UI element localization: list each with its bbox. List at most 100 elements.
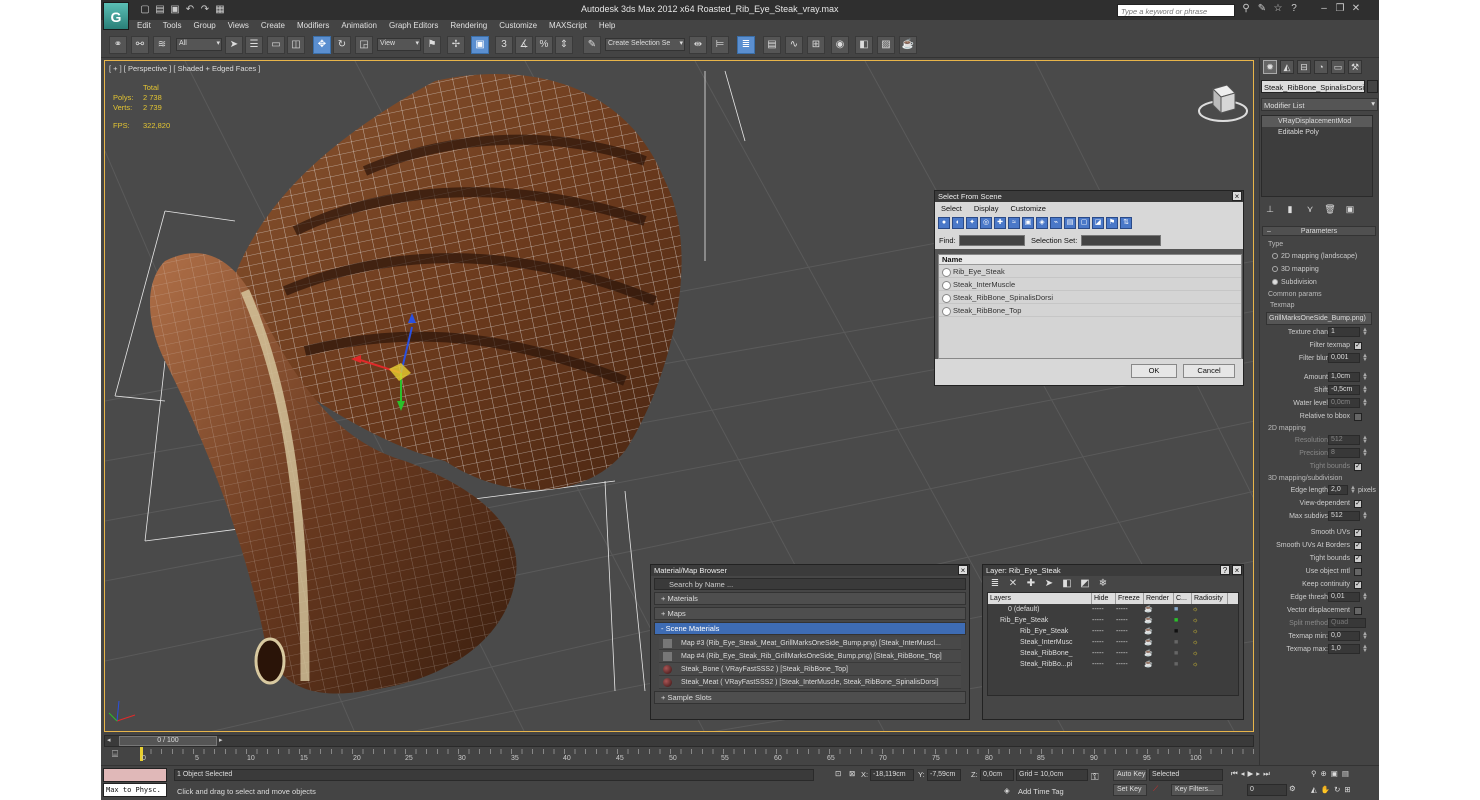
absolute-mode-icon[interactable]: ⊠ <box>849 769 855 778</box>
current-frame-field[interactable]: 0 <box>1247 784 1287 796</box>
menu-create[interactable]: Create <box>255 20 291 32</box>
col-color[interactable]: C... <box>1174 593 1192 604</box>
type-3d-mapping-radio[interactable]: 3D mapping <box>1262 263 1376 276</box>
hide-cell[interactable]: ----- <box>1092 626 1116 637</box>
angle-snap-icon[interactable]: ∡ <box>515 36 533 54</box>
render-cell[interactable]: ☕ <box>1144 637 1174 648</box>
display-groups-icon[interactable]: ▣ <box>1022 217 1034 229</box>
select-and-move-icon[interactable]: ✥ <box>313 36 331 54</box>
mmb-group-materials[interactable]: + Materials <box>654 592 966 605</box>
show-end-result-icon[interactable]: ▮ <box>1284 204 1296 216</box>
smooth-uvs-borders-checkbox[interactable]: ✓ <box>1354 542 1362 550</box>
filter-blur-spinner[interactable]: 0,001 <box>1328 353 1360 363</box>
radiosity-cell[interactable]: ☼ <box>1192 626 1228 637</box>
col-hide[interactable]: Hide <box>1092 593 1116 604</box>
goto-end-icon[interactable]: ⏭ <box>1263 769 1270 779</box>
table-row[interactable]: Rib_Eye_Steak ----- ----- ☕ ■ ☼ <box>988 626 1238 637</box>
link-icon[interactable]: ⚭ <box>109 36 127 54</box>
stack-item-editable-poly[interactable]: Editable Poly <box>1262 127 1372 138</box>
spinner-arrows-icon[interactable]: ▲ ▼ <box>1362 631 1368 641</box>
display-filter-icon[interactable]: ⚑ <box>1106 217 1118 229</box>
select-and-scale-icon[interactable]: ◲ <box>355 36 373 54</box>
freeze-cell[interactable]: ----- <box>1116 637 1144 648</box>
pivot-center-icon[interactable]: ⚑ <box>423 36 441 54</box>
orbit-icon[interactable]: ↻ <box>1334 785 1340 794</box>
unlink-icon[interactable]: ⚯ <box>131 36 149 54</box>
set-key-button[interactable]: Set Key <box>1113 784 1147 796</box>
menu-group[interactable]: Group <box>187 20 221 32</box>
display-invert-icon[interactable]: ◪ <box>1092 217 1104 229</box>
project-folder-icon[interactable]: ▦ <box>214 4 226 15</box>
render-cell[interactable]: ☕ <box>1144 626 1174 637</box>
mmb-group-maps[interactable]: + Maps <box>654 607 966 620</box>
list-item[interactable]: Steak_Meat ( VRayFastSSS2 ) [Steak_Inter… <box>659 676 961 689</box>
menu-tools[interactable]: Tools <box>157 20 188 32</box>
display-xrefs-icon[interactable]: ◈ <box>1036 217 1048 229</box>
smooth-uvs-checkbox[interactable]: ✓ <box>1354 529 1362 537</box>
sort-icon[interactable]: ⇅ <box>1120 217 1132 229</box>
spinner-arrows-icon[interactable]: ▲ ▼ <box>1362 435 1368 445</box>
hide-all-icon[interactable]: ◩ <box>1079 578 1091 590</box>
select-by-name-icon[interactable]: ☰ <box>245 36 263 54</box>
set-key-icon[interactable]: ⟋ <box>1153 784 1158 794</box>
water-level-spinner[interactable]: 0,0cm <box>1328 398 1360 408</box>
col-freeze[interactable]: Freeze <box>1116 593 1144 604</box>
filter-texmap-checkbox[interactable]: ✓ <box>1354 342 1362 350</box>
save-file-icon[interactable]: ▣ <box>169 4 181 15</box>
remove-modifier-icon[interactable]: 🗑 <box>1324 204 1336 216</box>
col-radiosity[interactable]: Radiosity <box>1192 593 1228 604</box>
help-icon[interactable]: ? <box>1220 565 1230 575</box>
radiosity-cell[interactable]: ☼ <box>1192 648 1228 659</box>
new-file-icon[interactable]: ▢ <box>139 4 151 15</box>
hide-cell[interactable]: ----- <box>1092 648 1116 659</box>
select-layer-objects-icon[interactable]: ➤ <box>1043 578 1055 590</box>
zoom-extents-all-icon[interactable]: ▤ <box>1342 769 1349 778</box>
spinner-arrows-icon[interactable]: ▲ ▼ <box>1362 372 1368 382</box>
list-item[interactable]: Rib_Eye_Steak <box>939 265 1241 278</box>
window-crossing-icon[interactable]: ◫ <box>287 36 305 54</box>
named-selection-set-dropdown[interactable]: Create Selection Se <box>605 38 685 51</box>
viewcube-icon[interactable] <box>1197 77 1249 129</box>
column-name-header[interactable]: Name <box>939 255 1241 265</box>
close-icon[interactable]: × <box>1232 565 1242 575</box>
precision-spinner[interactable]: 8 <box>1328 448 1360 458</box>
object-color-swatch[interactable] <box>1367 80 1378 93</box>
prev-key-icon[interactable]: ◂ <box>1241 769 1245 779</box>
selection-filter-dropdown[interactable]: All <box>176 38 222 51</box>
freeze-cell[interactable]: ----- <box>1116 659 1144 670</box>
next-key-icon[interactable]: ▸ <box>1256 769 1260 779</box>
view-dependent-checkbox[interactable]: ✓ <box>1354 500 1362 508</box>
auto-key-button[interactable]: Auto Key <box>1113 769 1147 781</box>
keep-continuity-checkbox[interactable]: ✓ <box>1354 581 1362 589</box>
app-logo-button[interactable]: G <box>103 2 129 30</box>
key-icon[interactable]: ⚿ <box>1091 772 1099 783</box>
rendered-frame-window-icon[interactable]: ▨ <box>877 36 895 54</box>
search-input[interactable]: Type a keyword or phrase <box>1117 4 1235 17</box>
star-icon[interactable]: ☆ <box>1273 3 1283 16</box>
display-lights-icon[interactable]: ✦ <box>966 217 978 229</box>
color-cell[interactable]: ■ <box>1174 659 1192 670</box>
graphite-tools-icon[interactable]: ▤ <box>763 36 781 54</box>
render-cell[interactable]: ☕ <box>1144 648 1174 659</box>
percent-snap-icon[interactable]: % <box>535 36 553 54</box>
amount-spinner[interactable]: 1,0cm <box>1328 372 1360 382</box>
close-icon[interactable]: × <box>958 565 968 575</box>
hierarchy-tab-icon[interactable]: ⊟ <box>1297 60 1311 74</box>
relative-bbox-checkbox[interactable] <box>1354 413 1362 421</box>
stack-item-vraydisplacement[interactable]: VRayDisplacementMod <box>1262 116 1372 127</box>
spinner-arrows-icon[interactable]: ▲ ▼ <box>1362 385 1368 395</box>
freeze-cell[interactable]: ----- <box>1116 626 1144 637</box>
list-item[interactable]: Steak_InterMuscle <box>939 278 1241 291</box>
redo-icon[interactable]: ↷ <box>199 4 211 15</box>
spinner-snap-icon[interactable]: ⇕ <box>555 36 573 54</box>
display-helpers-icon[interactable]: ✚ <box>994 217 1006 229</box>
maximize-viewport-icon[interactable]: ⊞ <box>1344 785 1350 794</box>
texmap-button[interactable]: GrillMarksOneSide_Bump.png) <box>1266 312 1372 325</box>
modify-tab-icon[interactable]: ◭ <box>1280 60 1294 74</box>
pan-view-icon[interactable]: ✋ <box>1321 785 1330 794</box>
use-object-mtl-checkbox[interactable] <box>1354 568 1362 576</box>
align-icon[interactable]: ⊨ <box>711 36 729 54</box>
parameters-rollout-header[interactable]: Parameters <box>1262 226 1376 236</box>
rect-selection-icon[interactable]: ▭ <box>267 36 285 54</box>
type-subdivision-radio[interactable]: Subdivision <box>1262 276 1376 289</box>
